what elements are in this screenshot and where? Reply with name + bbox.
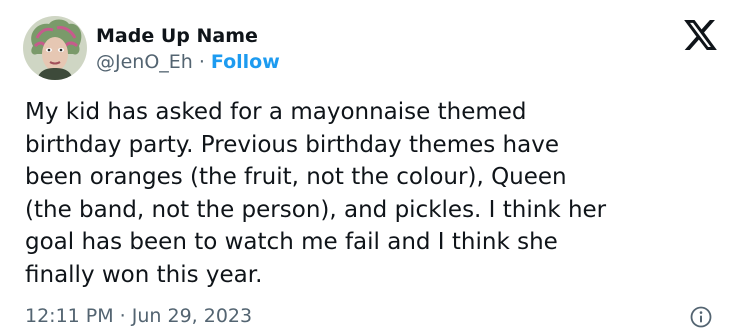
tweet-timestamp[interactable]: 12:11 PM · Jun 29, 2023 [25, 305, 252, 327]
author-handle-row: @JenO_Eh · Follow [96, 51, 280, 73]
info-icon[interactable] [690, 306, 712, 328]
follow-button[interactable]: Follow [211, 51, 280, 73]
author-handle[interactable]: @JenO_Eh [96, 51, 193, 73]
tweet-text: My kid has asked for a mayonnaise themed… [25, 99, 607, 288]
tweet-card: Made Up Name @JenO_Eh · Follow My kid has … [0, 0, 740, 329]
avatar[interactable] [23, 16, 87, 80]
x-logo-icon[interactable] [684, 20, 717, 50]
author-name[interactable]: Made Up Name [96, 25, 258, 47]
handle-separator: · [198, 51, 205, 73]
